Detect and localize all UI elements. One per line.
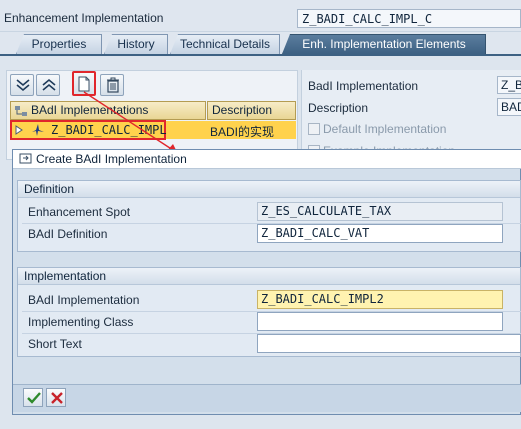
hierarchy-icon <box>15 106 27 116</box>
dialog-window-icon <box>19 153 32 164</box>
implementing-class-label: Implementing Class <box>28 315 134 329</box>
definition-group-heading: Definition <box>18 181 520 198</box>
check-icon <box>27 392 41 404</box>
enhancement-spot-label: Enhancement Spot <box>28 205 131 219</box>
column-header-description[interactable]: Description <box>207 101 296 120</box>
expand-node-icon[interactable] <box>15 125 23 135</box>
short-text-label: Short Text <box>28 337 82 351</box>
badi-implementation-label: BadI Implementation <box>308 79 419 93</box>
badi-definition-label: BAdI Definition <box>28 227 108 241</box>
dialog-button-bar <box>13 384 521 412</box>
badi-implementation-icon <box>32 124 44 136</box>
default-implementation-label: Default Implementation <box>323 122 447 136</box>
badi-implementation-description: BADI的实现 <box>210 125 275 139</box>
implementation-name-label: BAdI Implementation <box>28 293 140 307</box>
enhancement-implementation-field[interactable]: Z_BADI_CALC_IMPL_C <box>297 9 521 28</box>
dialog-title-text: Create BAdI Implementation <box>36 152 187 166</box>
description-label: Description <box>308 101 369 115</box>
expand-all-icon <box>16 79 30 92</box>
tab-history[interactable]: History <box>104 34 168 54</box>
tab-properties[interactable]: Properties <box>16 34 102 54</box>
cancel-button[interactable] <box>46 388 66 407</box>
implementing-class-field[interactable] <box>257 312 503 331</box>
badi-definition-field[interactable]: Z_BADI_CALC_VAT <box>257 224 503 243</box>
collapse-all-icon <box>42 78 56 91</box>
default-implementation-checkbox[interactable] <box>308 123 320 135</box>
tab-enh-implementation-elements[interactable]: Enh. Implementation Elements <box>282 34 486 54</box>
short-text-field[interactable] <box>257 334 521 353</box>
confirm-button[interactable] <box>23 388 43 407</box>
header-separator <box>0 31 521 32</box>
enhancement-spot-field[interactable]: Z_ES_CALCULATE_TAX <box>257 202 503 221</box>
implementation-name-field[interactable]: Z_BADI_CALC_IMPL2 <box>257 290 503 309</box>
tab-technical-details[interactable]: Technical Details <box>170 34 280 54</box>
badi-implementation-field[interactable]: Z_BA <box>497 76 521 94</box>
dialog-title: Create BAdI Implementation <box>13 150 521 169</box>
column-header-description-label: Description <box>212 103 273 117</box>
enhancement-implementation-label: Enhancement Implementation <box>4 11 164 25</box>
collapse-all-button[interactable] <box>36 74 60 96</box>
cancel-icon <box>51 392 63 404</box>
expand-all-button[interactable] <box>10 74 34 96</box>
implementation-group-heading: Implementation <box>18 268 520 285</box>
description-field[interactable]: BAD <box>497 98 521 116</box>
